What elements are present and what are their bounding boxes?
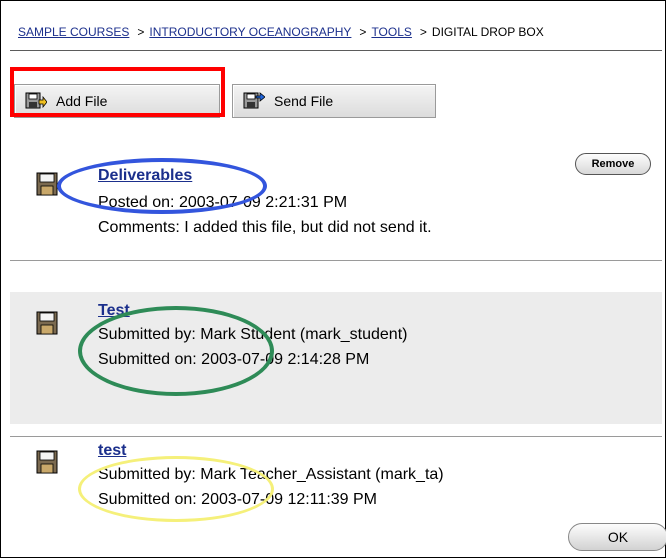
deliverables-highlight-oval <box>57 158 267 214</box>
send-file-icon <box>243 92 265 109</box>
row-divider <box>10 436 662 437</box>
breadcrumb-separator: > <box>419 25 427 39</box>
breadcrumb-divider <box>10 50 662 51</box>
floppy-disk-icon <box>36 172 58 196</box>
comments-text: Comments: I added this file, but did not… <box>98 219 432 236</box>
row-divider <box>10 260 662 261</box>
file-title-link[interactable]: test <box>98 442 126 460</box>
floppy-disk-icon <box>36 450 58 474</box>
breadcrumb-separator: > <box>137 25 145 39</box>
breadcrumb-introductory-oceanography[interactable]: INTRODUCTORY OCEANOGRAPHY <box>149 25 351 39</box>
breadcrumb: SAMPLE COURSES > INTRODUCTORY OCEANOGRAPHY… <box>18 25 544 39</box>
test-lower-highlight-oval <box>78 456 274 522</box>
add-file-highlight-box <box>10 67 225 117</box>
breadcrumb-tools[interactable]: TOOLS <box>371 25 411 39</box>
send-file-label: Send File <box>274 93 334 109</box>
remove-button[interactable]: Remove <box>575 153 651 175</box>
send-file-button[interactable]: Send File <box>232 84 436 118</box>
breadcrumb-current: DIGITAL DROP BOX <box>431 25 544 39</box>
test-highlight-oval <box>78 306 274 396</box>
ok-button[interactable]: OK <box>568 523 666 551</box>
floppy-disk-icon <box>36 311 58 335</box>
breadcrumb-sample-courses[interactable]: SAMPLE COURSES <box>18 25 129 39</box>
breadcrumb-separator: > <box>359 25 367 39</box>
